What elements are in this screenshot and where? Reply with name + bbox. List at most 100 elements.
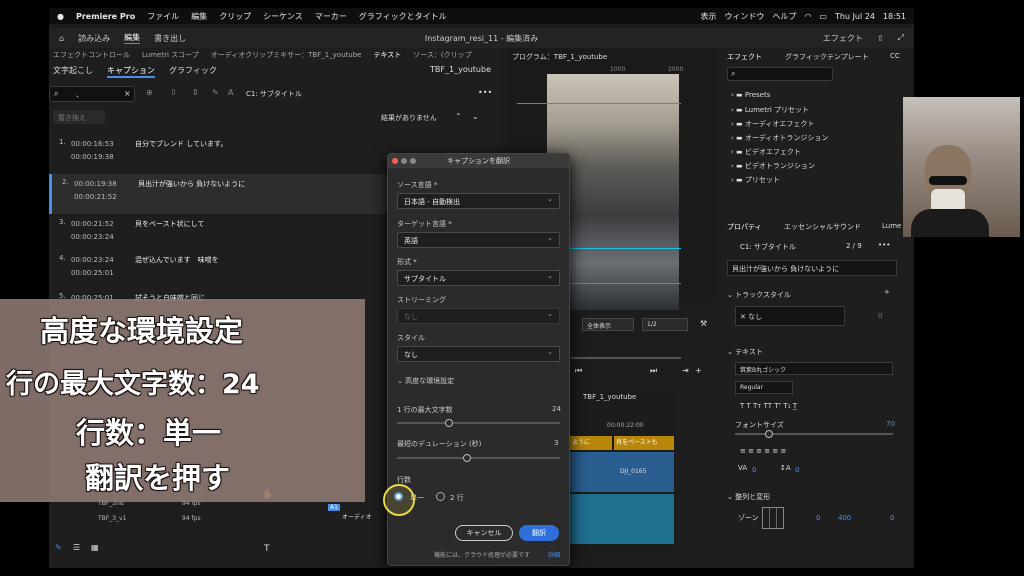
effects-item[interactable]: › ▬ プリセット [731, 175, 780, 185]
workspace-label[interactable]: エフェクト [823, 33, 863, 44]
target-language-select[interactable]: 英語 [397, 232, 560, 248]
tab-effects[interactable]: エフェクト [727, 52, 762, 62]
tab-graphics[interactable]: グラフィック [169, 65, 217, 78]
tab-graphics-templates[interactable]: グラフィックテンプレート [785, 52, 869, 62]
tracking-value[interactable]: 0 [752, 466, 756, 474]
track-a1[interactable]: A1 [328, 504, 340, 511]
menu-window[interactable]: ウィンドウ [724, 11, 764, 22]
prev-result-icon[interactable]: ⌃ [455, 112, 462, 121]
step-forward-icon[interactable]: ⏭ [650, 366, 657, 376]
type-tool-icon[interactable]: T [264, 544, 270, 554]
apple-icon[interactable]: ● [57, 12, 64, 21]
menu-marker[interactable]: マーカー [315, 11, 347, 22]
leading-value[interactable]: 0 [795, 466, 799, 474]
add-icon[interactable]: + [884, 288, 890, 296]
caption-text[interactable]: 混ぜ込んでいます 味噌を [135, 254, 219, 290]
translate-button[interactable]: 翻訳 [519, 525, 559, 541]
tab-audio-mixer[interactable]: オーディオクリップミキサー：TBF_1_youtube [211, 50, 362, 60]
text-style-icons[interactable]: T T Tт TT Tᵀ T₁ T̲ [740, 402, 797, 410]
export-frame-icon[interactable]: ⇥ [682, 366, 689, 375]
tab-import[interactable]: 読み込み [78, 33, 110, 44]
replace-button[interactable]: 置き換え [53, 110, 105, 124]
tab-lumetri[interactable]: Lume [882, 222, 901, 230]
max-chars-slider[interactable] [397, 419, 560, 427]
resolution-select[interactable]: 1/2 [642, 318, 688, 331]
advanced-toggle[interactable]: ⌄ 高度な環境設定 [397, 376, 454, 386]
menu-graphics[interactable]: グラフィックとタイトル [359, 11, 447, 22]
audio-clip[interactable] [570, 494, 674, 544]
home-icon[interactable]: ⌂ [59, 34, 64, 43]
pen-tool-icon[interactable]: ✎ [55, 543, 62, 552]
caption-text[interactable]: 自分でブレンド しています。 [135, 138, 227, 174]
slider-knob[interactable] [765, 430, 773, 438]
wrench-icon[interactable]: ⚒ [700, 319, 707, 328]
next-result-icon[interactable]: ⌄ [472, 112, 479, 121]
timeline-tab[interactable]: TBF_1_youtube [583, 393, 636, 401]
font-select[interactable]: 筑紫B丸ゴシック [735, 362, 893, 375]
split-icon[interactable]: ⇳ [170, 88, 177, 97]
project-item-name[interactable]: TBF_3_v1 [98, 515, 126, 522]
track-style-select[interactable]: ✕ なし [735, 306, 845, 326]
tab-effect-controls[interactable]: エフェクトコントロール [53, 50, 130, 60]
tab-text[interactable]: テキスト [373, 50, 401, 60]
effects-item[interactable]: › ▬ Lumetri プリセット [731, 105, 809, 115]
font-icon[interactable]: A [228, 88, 233, 97]
menu-edit[interactable]: 編集 [191, 11, 207, 22]
caption-search-input[interactable]: ⌕ 、 × [49, 86, 135, 102]
two-lines-radio[interactable] [436, 492, 445, 501]
caption-text-field[interactable]: 貝出汁が強いから 負けないように [727, 260, 897, 276]
effects-item[interactable]: › ▬ Presets [731, 91, 770, 99]
cancel-button[interactable]: キャンセル [455, 525, 513, 541]
close-icon[interactable] [392, 158, 398, 164]
tab-properties[interactable]: プロパティ [727, 222, 762, 232]
font-weight-select[interactable]: Regular [735, 381, 793, 394]
wifi-icon[interactable]: ◠ [804, 12, 811, 21]
caption-clip[interactable]: 貝をペーストも [614, 436, 674, 450]
font-size-slider[interactable] [735, 430, 893, 438]
tab-lumetri-scopes[interactable]: Lumetri スコープ [142, 50, 199, 60]
tab-source[interactable]: ソース：(クリップ [413, 50, 471, 60]
merge-icon[interactable]: ⇕ [192, 88, 199, 97]
effects-item[interactable]: › ▬ ビデオトランジション [731, 161, 815, 171]
tab-edit[interactable]: 編集 [124, 32, 141, 44]
playhead-bar[interactable] [571, 357, 681, 359]
menu-clip[interactable]: クリップ [219, 11, 251, 22]
caption-clip[interactable]: ように [570, 436, 612, 450]
min-duration-slider[interactable] [397, 454, 560, 462]
list-view-icon[interactable]: ☰ [73, 543, 80, 552]
slider-knob[interactable] [445, 419, 453, 427]
effects-item[interactable]: › ▬ オーディオエフェクト [731, 119, 814, 129]
add-icon[interactable]: + [695, 366, 702, 375]
minimize-icon[interactable] [401, 158, 407, 164]
battery-icon[interactable]: ▭ [819, 12, 827, 21]
icon-view-icon[interactable]: ▦ [91, 543, 99, 552]
more-icon[interactable]: ••• [878, 241, 890, 249]
tab-captions[interactable]: キャプション [107, 65, 155, 78]
step-back-icon[interactable]: ⏮ [575, 366, 582, 376]
menu-help[interactable]: ヘルプ [772, 11, 796, 22]
style-select[interactable]: なし [397, 346, 560, 362]
menu-view[interactable]: 表示 [700, 11, 716, 22]
tab-export[interactable]: 書き出し [154, 33, 186, 44]
font-size-value[interactable]: 70 [886, 420, 895, 428]
slider-knob[interactable] [463, 454, 471, 462]
transform-label[interactable]: ⌄ 整列と変形 [727, 492, 770, 502]
zone-z-value[interactable]: 0 [890, 514, 894, 522]
menu-file[interactable]: ファイル [147, 11, 179, 22]
pen-icon[interactable]: ✎ [212, 88, 219, 97]
share-icon[interactable]: ⇧ [877, 34, 884, 43]
details-link[interactable]: 詳細 [548, 550, 560, 559]
tab-transcript[interactable]: 文字起こし [53, 65, 93, 78]
source-language-select[interactable]: 日本語 - 自動検出 [397, 193, 560, 209]
clear-icon[interactable]: × [124, 89, 131, 98]
app-name[interactable]: Premiere Pro [76, 12, 135, 21]
menu-sequence[interactable]: シーケンス [263, 11, 303, 22]
tab-essential-sound[interactable]: エッセンシャルサウンド [784, 222, 861, 232]
zoom-icon[interactable] [410, 158, 416, 164]
align-icons[interactable]: ≡ ≡ ≡ ≡ ≡ ≡ [740, 447, 786, 455]
effects-search-input[interactable]: ⌕ [727, 67, 833, 81]
effects-item[interactable]: › ▬ ビデオエフェクト [731, 147, 801, 157]
effects-item[interactable]: › ▬ オーディオトランジション [731, 133, 828, 143]
tab-cc[interactable]: CC [890, 52, 900, 60]
zone-grid[interactable] [762, 507, 784, 529]
